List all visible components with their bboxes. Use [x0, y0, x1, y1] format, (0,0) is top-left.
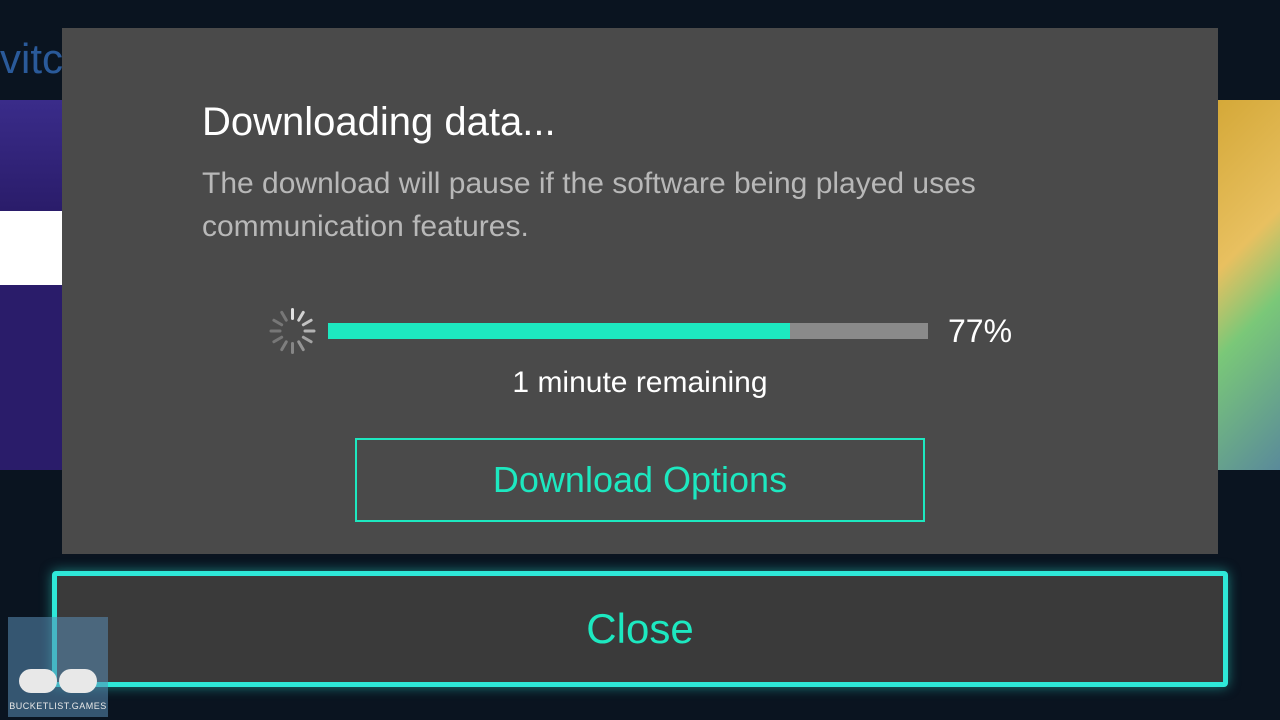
background-game-tile-right: [1215, 100, 1280, 470]
background-app-text: vitc: [0, 35, 63, 83]
time-remaining-label: 1 minute remaining: [202, 366, 1078, 400]
close-button[interactable]: Close: [52, 571, 1228, 687]
controller-icons: [19, 669, 97, 693]
progress-row: 77%: [202, 308, 1078, 354]
controller-icon: [59, 669, 97, 693]
progress-bar-fill: [328, 323, 790, 339]
progress-bar: [328, 323, 928, 339]
watermark-logo: BUCKETLIST.GAMES: [8, 617, 108, 717]
dialog-subtitle: The download will pause if the software …: [202, 163, 1078, 248]
dialog-title: Downloading data...: [202, 100, 1078, 145]
controller-icon: [19, 669, 57, 693]
progress-percent-label: 77%: [948, 313, 1012, 350]
background-game-tile-left: [0, 100, 70, 470]
download-dialog: Downloading data... The download will pa…: [62, 28, 1218, 554]
loading-spinner-icon: [268, 308, 314, 354]
download-options-button[interactable]: Download Options: [355, 438, 925, 522]
watermark-text: BUCKETLIST.GAMES: [9, 701, 107, 711]
